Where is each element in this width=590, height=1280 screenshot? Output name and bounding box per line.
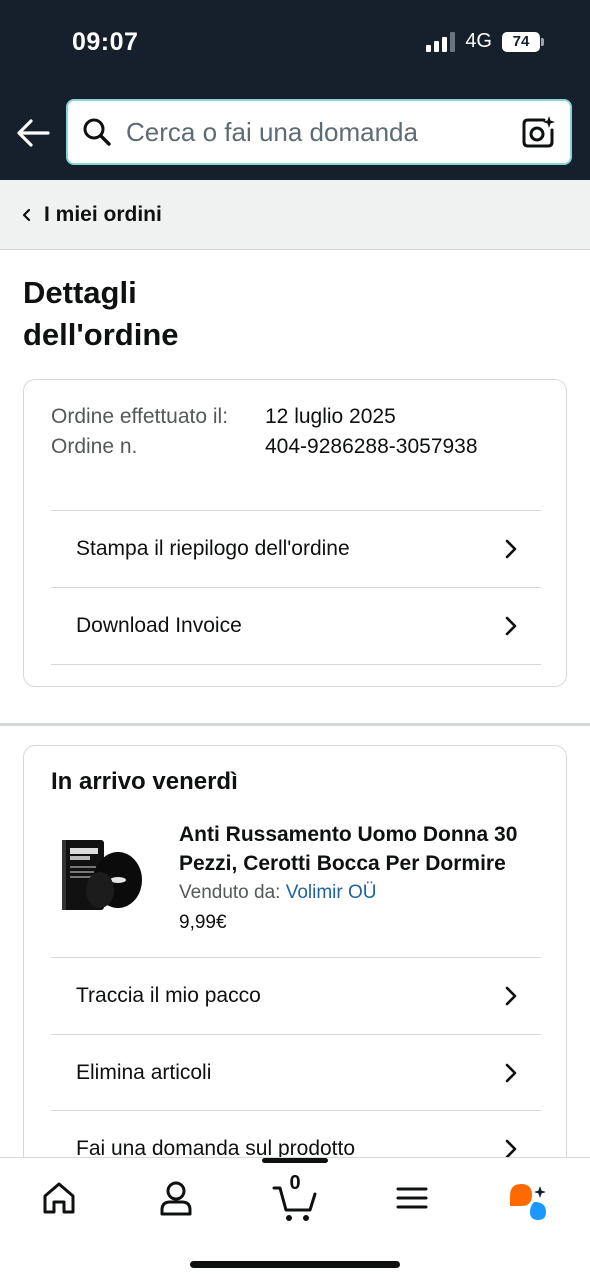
- status-time: 09:07: [72, 28, 139, 56]
- order-date-label: Ordine effettuato il:: [51, 405, 229, 428]
- chevron-right-icon: [505, 616, 517, 636]
- print-summary-label: Stampa il riepilogo dell'ordine: [76, 537, 350, 560]
- home-icon[interactable]: [39, 1178, 79, 1218]
- sold-by-label: Venduto da:: [179, 882, 281, 903]
- chevron-left-icon: [22, 208, 31, 221]
- cart-count: 0: [289, 1172, 301, 1194]
- seller-info: Venduto da: Volimir OÜ: [179, 882, 377, 904]
- order-number-label: Ordine n.: [51, 435, 138, 458]
- home-indicator: [190, 1261, 400, 1268]
- divider: [51, 664, 541, 665]
- breadcrumb[interactable]: I miei ordini: [0, 180, 590, 250]
- account-icon[interactable]: [156, 1178, 196, 1218]
- download-invoice-link[interactable]: Download Invoice: [51, 587, 541, 664]
- product-title[interactable]: Anti Russamento Uomo Donna 30 Pezzi, Cer…: [179, 820, 549, 878]
- search-bar[interactable]: [66, 99, 572, 165]
- download-invoice-label: Download Invoice: [76, 614, 242, 637]
- delivery-heading: In arrivo venerdì: [51, 768, 238, 795]
- chevron-right-icon: [505, 986, 517, 1006]
- product-image[interactable]: [60, 836, 144, 914]
- cart-button[interactable]: 0: [272, 1172, 318, 1224]
- order-summary-card: Ordine effettuato il: Ordine n. 12 lugli…: [23, 379, 567, 687]
- chevron-right-icon: [505, 539, 517, 559]
- bottom-nav: 0: [0, 1157, 590, 1280]
- signal-icon: [426, 31, 456, 52]
- search-icon: [83, 118, 111, 146]
- order-number-value: 404-9286288-3057938: [265, 435, 478, 458]
- top-header: 09:07 4G 74: [0, 0, 590, 180]
- delete-items-link[interactable]: Elimina articoli: [51, 1034, 541, 1111]
- active-tab-indicator: [262, 1158, 328, 1163]
- print-summary-link[interactable]: Stampa il riepilogo dell'ordine: [51, 510, 541, 587]
- track-package-link[interactable]: Traccia il mio pacco: [51, 957, 541, 1034]
- track-package-label: Traccia il mio pacco: [76, 984, 261, 1007]
- status-indicators: 4G 74: [426, 30, 544, 53]
- seller-link[interactable]: Volimir OÜ: [286, 882, 377, 903]
- camera-lens-icon[interactable]: [520, 114, 556, 150]
- shipment-card: In arrivo venerdì Anti Russamento Uomo D…: [23, 745, 567, 1185]
- section-divider: [0, 723, 590, 726]
- search-input[interactable]: [126, 116, 520, 148]
- rufus-assistant-icon[interactable]: [506, 1178, 550, 1222]
- battery-icon: 74: [502, 31, 544, 52]
- back-arrow-icon[interactable]: [16, 116, 50, 150]
- breadcrumb-label: I miei ordini: [44, 202, 162, 226]
- page-title: Dettagli dell'ordine: [23, 275, 179, 352]
- menu-icon[interactable]: [392, 1178, 432, 1218]
- delete-items-label: Elimina articoli: [76, 1061, 212, 1084]
- network-type: 4G: [465, 30, 492, 52]
- order-date-value: 12 luglio 2025: [265, 405, 396, 428]
- chevron-right-icon: [505, 1063, 517, 1083]
- product-price: 9,99€: [179, 912, 227, 933]
